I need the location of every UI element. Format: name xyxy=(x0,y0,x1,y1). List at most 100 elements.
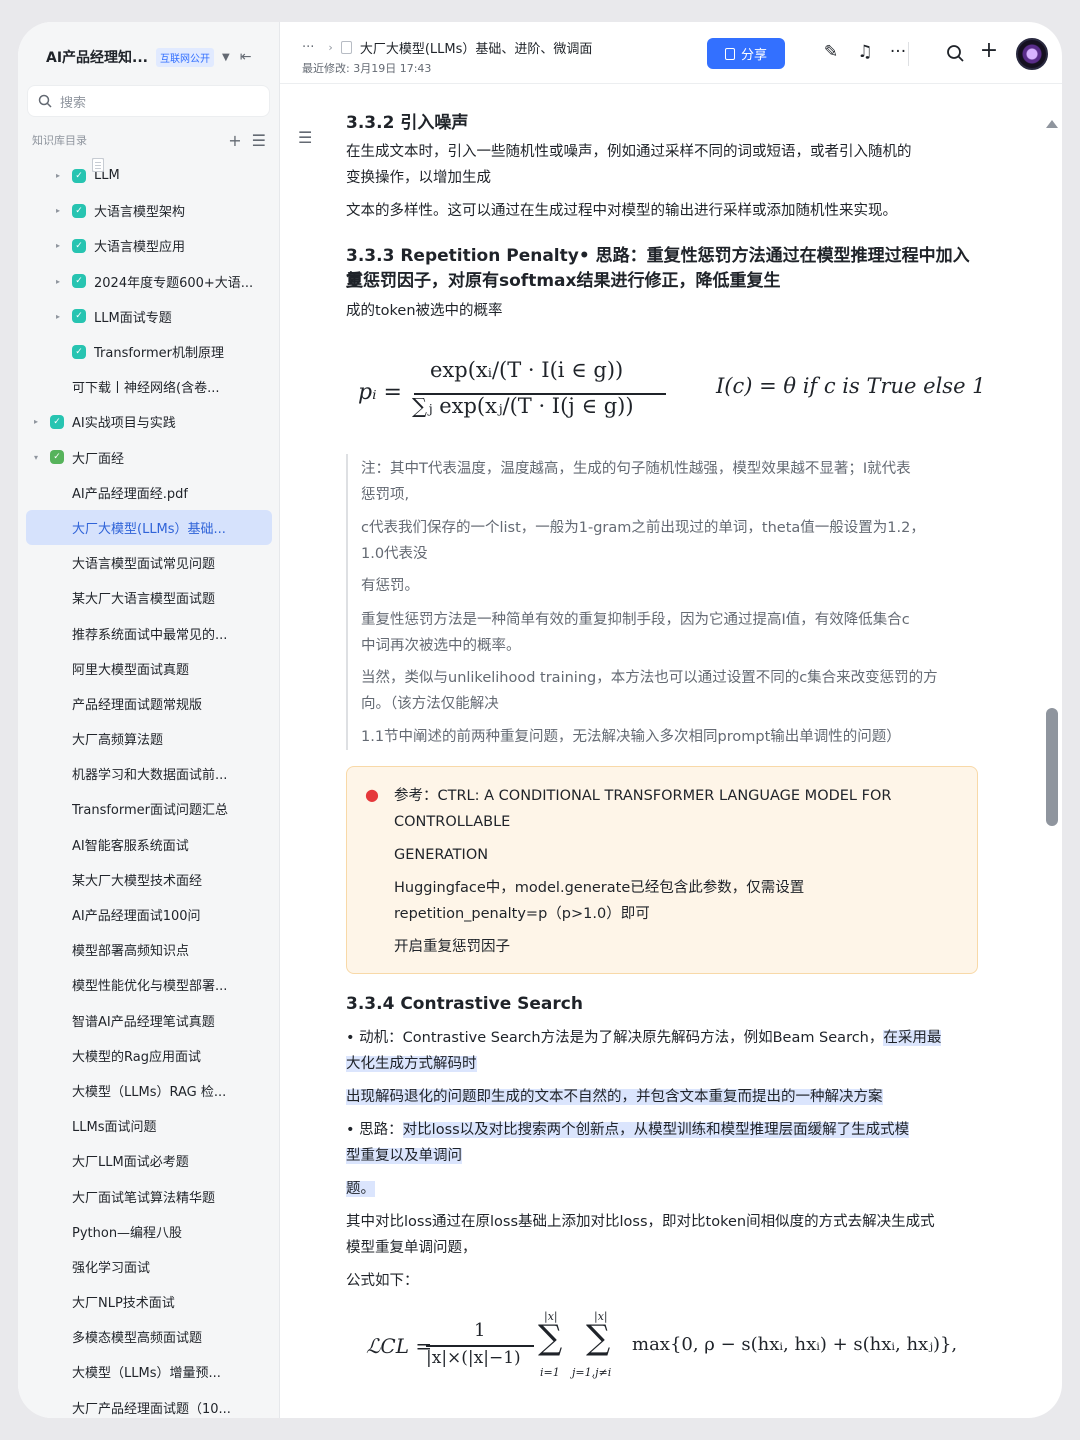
scrollbar-thumb[interactable] xyxy=(1046,708,1058,826)
sidebar-item[interactable]: 可下载丨神经网络(含卷... xyxy=(26,158,272,404)
chevron-down-icon[interactable]: ▼ xyxy=(222,52,230,63)
chevron-right-icon[interactable]: ▸ xyxy=(52,312,64,321)
app-window: AI产品经理知... 互联网公开 ▼ ⇤ 搜索 知识库目录 + ☰ ▸ ✓ LLM ▸… xyxy=(18,22,1062,1418)
paragraph: 其中对比loss通过在原loss基础上添加对比loss，即对比token间相似度… xyxy=(346,1214,935,1230)
knowledge-base-title[interactable]: AI产品经理知... xyxy=(46,47,148,67)
sidebar-item[interactable]: ▸ ✓ 大语言模型应用 xyxy=(26,228,272,263)
sidebar-item[interactable]: 大语言模型面试常见问题 xyxy=(26,158,272,580)
directory-label: 知识库目录 xyxy=(32,134,87,147)
sidebar-item[interactable]: 大厂NLP技术面试 xyxy=(26,158,272,1319)
edit-icon[interactable]: ✎ xyxy=(820,42,842,62)
sidebar-item[interactable]: 大模型（LLMs）增量预... xyxy=(26,158,272,1389)
formula-denominator: ∑ⱼ exp(xⱼ/(T · I(j ∈ g)) xyxy=(412,394,634,418)
add-icon[interactable]: + xyxy=(228,131,241,150)
sidebar-item[interactable]: 某大厂大语言模型面试题 xyxy=(26,158,272,615)
sidebar-item[interactable]: 机器学习和大数据面试前... xyxy=(26,158,272,791)
sidebar-item[interactable]: 大厂面试笔试算法精华题 xyxy=(26,158,272,1213)
sidebar-item-label: 产品经理面试题常规版 xyxy=(72,697,203,713)
sidebar-item-label: 阿里大模型面试真题 xyxy=(72,662,190,678)
sidebar-item[interactable]: ▾ ✓ 大厂面经 xyxy=(26,440,272,475)
bullet-text: • 思路： xyxy=(346,1122,403,1138)
sidebar-item-label: AI实战项目与实践 xyxy=(72,416,176,432)
document-header: ··· › 大厂大模型(LLMs）基础、进阶、微调面 最近修改: 3月19日 1… xyxy=(280,22,1062,84)
sidebar-item[interactable]: Transformer面试问题汇总 xyxy=(26,158,272,826)
share-button[interactable]: 分享 xyxy=(707,38,785,69)
chevron-right-icon[interactable]: ▸ xyxy=(30,417,42,426)
sidebar-item-label: 大语言模型应用 xyxy=(94,240,186,256)
sidebar-item[interactable]: ▸ ✓ LLM面试专题 xyxy=(26,299,272,334)
sidebar-item[interactable]: 多模态模型高频面试题 xyxy=(26,158,272,1354)
sidebar-item[interactable]: AI智能客服系统面试 xyxy=(26,158,272,862)
sidebar-item[interactable]: 大厂产品经理面试题（10... xyxy=(26,158,272,1418)
bell-icon[interactable]: ♫ xyxy=(854,42,876,62)
sidebar-item[interactable]: ▸ ✓ AI实战项目与实践 xyxy=(26,404,272,439)
quote-line: 当然，类似与unlikelihood training，本方法也可以通过设置不同… xyxy=(361,670,938,686)
chevron-down-icon[interactable]: ▾ xyxy=(30,453,42,462)
chevron-right-icon[interactable]: ▸ xyxy=(52,277,64,286)
sidebar-item[interactable]: 大厂LLM面试必考题 xyxy=(26,158,272,1178)
sidebar-item[interactable]: ▸ ✓ 大语言模型架构 xyxy=(26,193,272,228)
highlighted-text: 出现解码退化的问题即生成的文本不自然的，并包含文本重复而提出的一种解决方案 xyxy=(346,1089,883,1105)
sidebar-item[interactable]: 推荐系统面试中最常见的... xyxy=(26,158,272,650)
document-title[interactable]: 大厂大模型(LLMs）基础、进阶、微调面 xyxy=(360,38,593,57)
sidebar-item[interactable]: 大模型的Rag应用面试 xyxy=(26,158,272,1073)
sum-lower-limit: i=1 xyxy=(540,1366,560,1379)
sidebar-item-label: 大厂高频算法题 xyxy=(72,733,164,749)
chevron-right-icon[interactable]: ▸ xyxy=(52,241,64,250)
sidebar-item[interactable]: 某大厂大模型技术面经 xyxy=(26,158,272,897)
plus-icon[interactable]: + xyxy=(978,38,1000,63)
outline-icon[interactable]: ☰ xyxy=(298,128,312,147)
sidebar-item[interactable]: 强化学习面试 xyxy=(26,158,272,1284)
list-settings-icon[interactable]: ☰ xyxy=(252,131,266,150)
sidebar-item-label: 大模型（LLMs）RAG 检... xyxy=(72,1084,227,1100)
more-icon[interactable]: ··· xyxy=(887,42,909,62)
highlighted-text: 在采用最 xyxy=(883,1030,942,1046)
sidebar-item-label: 2024年度专题600+大语... xyxy=(94,275,254,291)
formula-indicator: I(c) = θ if c is True else 1 xyxy=(716,374,986,398)
sidebar-item[interactable]: AI产品经理面试100问 xyxy=(26,158,272,932)
sidebar-item[interactable]: ▸ ✓ 2024年度专题600+大语... xyxy=(26,264,272,299)
sidebar-item[interactable]: 模型部署高频知识点 xyxy=(26,158,272,967)
sidebar-item[interactable]: Python—编程八股 xyxy=(26,158,272,1249)
sidebar: AI产品经理知... 互联网公开 ▼ ⇤ 搜索 知识库目录 + ☰ ▸ ✓ LLM ▸… xyxy=(18,22,280,1418)
sidebar-item[interactable]: 阿里大模型面试真题 xyxy=(26,158,272,686)
sidebar-item-label: 模型部署高频知识点 xyxy=(72,944,190,960)
sidebar-item-label: AI产品经理面经.pdf xyxy=(72,486,188,502)
sidebar-item[interactable]: ▸ ✓ LLM xyxy=(26,158,272,193)
search-icon[interactable] xyxy=(945,44,967,64)
sidebar-item-label: Transformer机制原理 xyxy=(94,346,225,362)
sidebar-item[interactable]: AI产品经理面经.pdf xyxy=(26,158,272,510)
sidebar-item[interactable]: ✓ Transformer机制原理 xyxy=(26,334,272,369)
sidebar-item[interactable]: 大厂大模型(LLMs）基础... xyxy=(26,158,272,546)
bullet-idea: • 思路：对比loss以及对比搜索两个创新点，从模型训练和模型推理层面缓解了生成… xyxy=(346,1117,910,1143)
sidebar-item[interactable]: LLMs面试问题 xyxy=(26,158,272,1143)
sidebar-item[interactable]: 产品经理面试题常规版 xyxy=(26,158,272,721)
chevron-right-icon[interactable]: ▸ xyxy=(52,206,64,215)
sidebar-item[interactable]: 智谱AI产品经理笔试真题 xyxy=(26,158,272,1038)
quote-line: 惩罚项, xyxy=(361,487,410,503)
paragraph: 其中 xyxy=(346,1416,375,1418)
highlighted-text: 大化生成方式解码时 xyxy=(346,1056,477,1072)
callout-line: Huggingface中，model.generate已经包含此参数，仅需设置 xyxy=(394,880,805,896)
callout-line: 开启重复惩罚因子 xyxy=(394,939,510,955)
paragraph: 变换操作，以增加生成 xyxy=(346,170,491,186)
search-input[interactable]: 搜索 xyxy=(27,85,270,117)
sidebar-item[interactable]: 模型性能优化与模型部署... xyxy=(26,158,272,1002)
sidebar-item-label: 某大厂大语言模型面试题 xyxy=(72,592,216,608)
sidebar-item-label: 大模型（LLMs）增量预... xyxy=(72,1366,221,1382)
sidebar-item[interactable]: 大厂高频算法题 xyxy=(26,158,272,756)
knowledge-node-icon: ✓ xyxy=(72,309,86,324)
sidebar-item[interactable]: 大模型（LLMs）RAG 检... xyxy=(26,158,272,1108)
collapse-sidebar-icon[interactable]: ⇤ xyxy=(240,49,252,65)
sidebar-item-label: 大模型的Rag应用面试 xyxy=(72,1049,201,1065)
avatar[interactable] xyxy=(1016,38,1048,70)
formula-lhs: ℒCL = xyxy=(366,1334,433,1358)
callout-line: CONTROLLABLE xyxy=(394,814,511,830)
chevron-right-icon[interactable]: ▸ xyxy=(52,171,64,180)
pushpin-icon: ● xyxy=(365,785,379,804)
more-breadcrumb-icon[interactable]: ··· xyxy=(302,40,314,55)
directory-tree: ▸ ✓ LLM ▸ ✓ 大语言模型架构 ▸ ✓ 大语言模型应用 ▸ ✓ 2024年度专题600+大语.… xyxy=(26,158,272,1418)
formula-lhs: pᵢ = xyxy=(358,380,402,405)
callout-line: GENERATION xyxy=(394,847,489,863)
scroll-up-arrow[interactable] xyxy=(1046,120,1058,128)
